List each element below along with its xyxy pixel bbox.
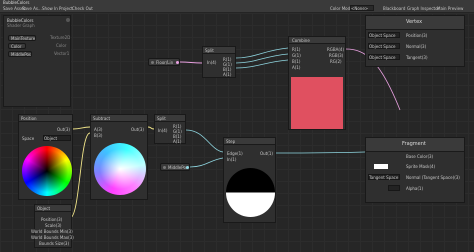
edge-split-r[interactable]: [235, 47, 289, 59]
subtract-node[interactable]: Subtract A(3) B(3) Out(3): [90, 114, 148, 200]
vertex-slot[interactable]: Tangent(3): [406, 55, 428, 60]
node-header[interactable]: Vertex: [366, 16, 464, 30]
input-slot[interactable]: G(1): [292, 53, 301, 58]
input-slot[interactable]: Edge(1): [227, 151, 243, 156]
property-pill[interactable]: MiddlePos: [8, 51, 32, 57]
edge-middle-step[interactable]: [189, 157, 224, 168]
output-slot[interactable]: World Bounds Max(3): [31, 235, 74, 240]
fragment-title: Fragment: [402, 141, 426, 147]
property-pill[interactable]: Color: [8, 43, 26, 49]
edge-floorlin-split[interactable]: [179, 61, 203, 64]
combine-preview: [291, 77, 343, 129]
fragment-stack[interactable]: Fragment Base Color(3) Sprite Mask(4) Ta…: [365, 137, 465, 203]
output-slot[interactable]: RGBA(4): [327, 47, 344, 52]
edge-step-fragment[interactable]: [275, 151, 366, 154]
input-slot[interactable]: In(4): [158, 128, 167, 133]
property-pill[interactable]: MainTexture: [8, 35, 36, 41]
position-preview: [22, 146, 72, 196]
port-icon: [163, 166, 166, 169]
floorlin-property-node[interactable]: Floor/Lin: [148, 58, 180, 66]
output-slot[interactable]: Out(1): [260, 151, 273, 156]
input-slot[interactable]: A(3): [94, 127, 102, 132]
edge-split-b[interactable]: [235, 59, 289, 69]
node-title: Step: [226, 139, 236, 144]
vertex-space-dropdown[interactable]: Object Space: [368, 54, 400, 60]
node-title: Position: [21, 116, 37, 121]
port-icon[interactable]: [176, 61, 179, 64]
blackboard-panel[interactable]: BubbleColors Shader Graph MainTexture Te…: [3, 15, 71, 107]
blackboard-subtitle: Shader Graph: [7, 23, 35, 28]
fragment-slot[interactable]: Sprite Mask(4): [406, 164, 435, 169]
node-header[interactable]: Step: [224, 138, 275, 145]
port-icon[interactable]: [186, 166, 189, 169]
fragment-space-dropdown[interactable]: Tangent Space: [368, 174, 400, 180]
output-slot[interactable]: World Bounds Min(3): [31, 229, 73, 234]
node-title: Split: [157, 116, 166, 121]
output-slot[interactable]: Bounds Size(3): [39, 241, 69, 246]
input-slot[interactable]: R(1): [292, 47, 300, 52]
port-icon: [151, 61, 154, 64]
output-slot[interactable]: A(1): [223, 72, 231, 77]
property-name: MainTexture: [11, 36, 36, 41]
fragment-slot[interactable]: Normal (Tangent Space)(3): [406, 175, 460, 180]
property-type: Texture2D: [50, 35, 71, 40]
vertex-title: Vertex: [406, 19, 423, 25]
split-node[interactable]: Split In(4) R(1) G(1) B(1) A(1): [202, 46, 236, 78]
node-header[interactable]: Position: [19, 115, 72, 122]
node-title: Combine: [292, 38, 310, 43]
input-slot[interactable]: B(1): [292, 59, 300, 64]
property-type: Vector1: [54, 51, 70, 56]
edge-split-g[interactable]: [235, 53, 289, 64]
property-type: Color: [56, 43, 67, 48]
sprite-mask-swatch[interactable]: [374, 164, 388, 169]
node-header[interactable]: Split: [155, 115, 185, 122]
fragment-slot[interactable]: Base Color(3): [406, 154, 433, 159]
vertex-slot[interactable]: Position(3): [406, 33, 427, 38]
vertex-space-dropdown[interactable]: Object Space: [368, 32, 400, 38]
space-label: Space: [22, 136, 35, 141]
add-property-icon[interactable]: [66, 18, 70, 22]
output-slot[interactable]: Position(3): [41, 217, 62, 222]
edge-split-step[interactable]: [185, 129, 224, 153]
node-header[interactable]: Split: [203, 47, 235, 54]
alpha-value-field[interactable]: [388, 185, 400, 191]
space-dropdown[interactable]: Object: [43, 135, 71, 141]
object-node[interactable]: Object Position(3) Scale(3) World Bounds…: [31, 204, 74, 248]
split-node[interactable]: Split In(4) R(1) G(1) B(1) A(1): [154, 114, 186, 144]
node-label: Floor/Lin: [156, 60, 174, 65]
node-header[interactable]: Combine: [289, 37, 345, 44]
edge-object-subtract[interactable]: [69, 132, 91, 219]
output-slot[interactable]: RG(2): [330, 59, 342, 64]
node-title: Subtract: [93, 116, 111, 121]
node-title: Object: [37, 206, 51, 211]
position-node[interactable]: Position Out(3) Space Object: [18, 114, 73, 200]
input-slot[interactable]: A(1): [292, 65, 300, 70]
node-header[interactable]: Subtract: [91, 115, 147, 122]
property-name: Color: [11, 44, 22, 49]
input-slot[interactable]: In(1): [227, 157, 236, 162]
fragment-slot[interactable]: Alpha(1): [406, 186, 423, 191]
vertex-space-dropdown[interactable]: Object Space: [368, 43, 400, 49]
property-name: MiddlePos: [11, 52, 32, 57]
output-slot[interactable]: RGB(3): [329, 53, 343, 58]
step-node[interactable]: Step Edge(1) In(1) Out(1): [223, 137, 276, 223]
node-header[interactable]: Object: [35, 205, 71, 212]
input-slot[interactable]: In(4): [207, 60, 216, 65]
output-slot[interactable]: Out(3): [57, 127, 70, 132]
vertex-stack[interactable]: Vertex Object Space Position(3) Object S…: [365, 15, 465, 67]
output-slot[interactable]: Out(3): [131, 127, 144, 132]
output-slot[interactable]: A(1): [173, 139, 181, 144]
node-label: MiddlePos: [168, 165, 189, 170]
combine-node[interactable]: Combine R(1) G(1) B(1) A(1) RGBA(4) RGB(…: [288, 36, 346, 130]
output-slot[interactable]: Scale(3): [45, 223, 61, 228]
node-title: Split: [205, 48, 214, 53]
node-header[interactable]: Fragment: [366, 138, 464, 152]
step-preview: [226, 168, 275, 217]
edge-position-subtract[interactable]: [72, 126, 91, 130]
middlepos-property-node[interactable]: MiddlePos: [160, 163, 190, 171]
input-slot[interactable]: B(3): [94, 133, 102, 138]
subtract-preview: [94, 143, 146, 195]
vertex-slot[interactable]: Normal(3): [406, 44, 426, 49]
